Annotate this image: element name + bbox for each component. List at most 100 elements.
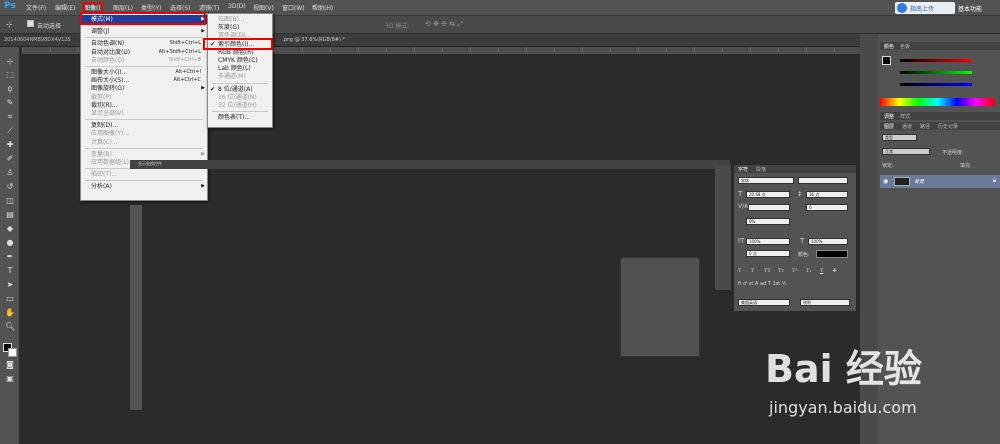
- dodge-icon[interactable]: ●: [5, 238, 15, 248]
- mini-toolbar: [130, 205, 142, 410]
- small-caps-icon[interactable]: Tт: [778, 268, 784, 274]
- path-select-icon[interactable]: ➤: [5, 280, 15, 290]
- kerning-input[interactable]: [748, 204, 790, 211]
- move-tool-icon[interactable]: ⊹: [6, 20, 13, 29]
- menu-item-label: 调整(J): [91, 28, 110, 36]
- menu-layer[interactable]: 图层(L): [113, 3, 133, 12]
- font-style-select[interactable]: [798, 177, 848, 184]
- ruler-tick: |: [442, 47, 444, 52]
- menu-file[interactable]: 文件(F): [26, 3, 46, 12]
- menu-item[interactable]: 分析(A) ▶: [81, 182, 207, 191]
- background-color-swatch[interactable]: [8, 348, 17, 357]
- faux-bold-icon[interactable]: T: [738, 268, 741, 274]
- text-color-swatch[interactable]: [816, 250, 848, 258]
- tab-channels[interactable]: 通道: [902, 123, 912, 130]
- pen-icon[interactable]: ✒: [5, 252, 15, 262]
- leading-input[interactable]: 36 点: [806, 191, 848, 198]
- menu-edit[interactable]: 编辑(E): [55, 3, 75, 12]
- shape-icon[interactable]: ▭: [5, 294, 15, 304]
- superscript-icon[interactable]: T¹: [792, 268, 797, 274]
- menu-select[interactable]: 选择(S): [170, 3, 191, 12]
- font-size-icon: T: [738, 190, 743, 198]
- color-spectrum[interactable]: [880, 98, 995, 106]
- vertical-scale-input[interactable]: 100%: [746, 238, 790, 245]
- menu-item[interactable]: 颜色表(T)...: [208, 113, 272, 122]
- font-size-input[interactable]: 20.58 点: [746, 191, 790, 198]
- underline-icon[interactable]: T: [820, 268, 823, 274]
- quick-mask-icon[interactable]: ◙: [5, 360, 15, 370]
- hand-icon[interactable]: ✋: [5, 308, 15, 318]
- character-panel: 字符 段落 宋体 T 20.58 点 ‡ 36 点 V/A 0 0% IT 10…: [733, 164, 857, 312]
- history-brush-icon[interactable]: ↺: [5, 182, 15, 192]
- workspace-label[interactable]: 基本功能: [958, 4, 982, 13]
- menu-view[interactable]: 视图(V): [253, 3, 274, 12]
- tab-paragraph[interactable]: 段落: [756, 166, 766, 173]
- opentype-buttons[interactable]: fi ♂ st A ad T 1st ½: [738, 281, 854, 291]
- tab-styles[interactable]: 样式: [900, 113, 910, 120]
- blend-mode-select[interactable]: 正常: [882, 148, 930, 155]
- color-fg-swatch[interactable]: [882, 56, 891, 65]
- share-button[interactable]: 指南上传: [895, 2, 955, 14]
- green-slider[interactable]: [900, 71, 972, 74]
- tab-history[interactable]: 历史记录: [938, 123, 958, 130]
- horizontal-scale-icon: T: [800, 237, 805, 245]
- menu-3d[interactable]: 3D(D): [228, 3, 246, 10]
- anti-alias-select[interactable]: 锐利: [800, 299, 850, 306]
- faux-italic-icon[interactable]: T: [751, 268, 754, 274]
- strikethrough-icon[interactable]: T: [833, 268, 836, 274]
- panel-title: 显示变换控件: [138, 161, 162, 166]
- doc-tab-left[interactable]: 20140604NMB98DX4V125: [4, 37, 71, 43]
- 3d-tools-icon[interactable]: ⟲ ✥ ✣ ⇆ ⤢: [425, 20, 463, 29]
- scale-input[interactable]: 0%: [746, 218, 790, 225]
- menu-item[interactable]: 调整(J) ▶: [81, 27, 207, 36]
- blur-icon[interactable]: ◆: [5, 224, 15, 234]
- tab-paths[interactable]: 路径: [920, 123, 930, 130]
- red-slider[interactable]: [900, 59, 972, 62]
- ruler-tick: |: [526, 47, 528, 52]
- visibility-eye-icon[interactable]: ◉: [883, 178, 888, 185]
- tracking-input[interactable]: 0: [806, 204, 848, 211]
- layer-kind-filter[interactable]: 类型: [882, 134, 917, 141]
- blue-slider[interactable]: [900, 83, 972, 86]
- all-caps-icon[interactable]: TT: [764, 268, 771, 274]
- ruler-tick: |: [498, 47, 500, 52]
- font-family-select[interactable]: 宋体: [738, 177, 794, 184]
- quick-select-icon[interactable]: ✎: [5, 98, 15, 108]
- menu-item-label: 16 位/通道(N): [218, 93, 257, 101]
- horizontal-scale-input[interactable]: 100%: [808, 238, 848, 245]
- menu-item-label: 计算(C)...: [91, 138, 118, 146]
- ruler-tick: |: [582, 47, 584, 52]
- gradient-icon[interactable]: ▤: [5, 210, 15, 220]
- eraser-icon[interactable]: ◫: [5, 196, 15, 206]
- doc-tab-active[interactable]: .png @ 37.6%(RGB/8#) *: [282, 37, 345, 43]
- language-select[interactable]: 美国英语: [738, 299, 790, 306]
- brush-icon[interactable]: ✐: [5, 154, 15, 164]
- menu-filter[interactable]: 滤镜(T): [199, 3, 219, 12]
- baseline-input[interactable]: 0 点: [746, 250, 790, 257]
- type-icon[interactable]: T: [5, 266, 15, 276]
- kerning-icon: V/A: [738, 203, 749, 210]
- ruler-tick: |: [610, 47, 612, 52]
- stamp-icon[interactable]: ♙: [5, 168, 15, 178]
- crop-icon[interactable]: ⌗: [5, 112, 15, 122]
- auto-select-checkbox[interactable]: [27, 20, 34, 27]
- layer-row-background[interactable]: ◉ 背景 🔒︎: [880, 175, 1000, 188]
- zoom-icon[interactable]: 🔍︎: [5, 322, 15, 332]
- healing-icon[interactable]: ✚: [5, 140, 15, 150]
- tab-color[interactable]: 颜色: [884, 43, 894, 50]
- menu-item-label: 图像旋转(G): [91, 85, 125, 93]
- subscript-icon[interactable]: T₁: [806, 268, 811, 274]
- screen-mode-icon[interactable]: ▣: [5, 374, 15, 384]
- menu-window[interactable]: 窗口(W): [282, 3, 305, 12]
- layer-name[interactable]: 背景: [914, 178, 924, 185]
- lasso-icon[interactable]: ϙ: [5, 84, 15, 94]
- tab-swatches[interactable]: 色板: [900, 43, 910, 50]
- menu-help[interactable]: 帮助(H): [312, 3, 333, 12]
- marquee-icon[interactable]: ⬚: [5, 70, 15, 80]
- eyedropper-icon[interactable]: ⟋: [5, 126, 15, 136]
- tab-layers[interactable]: 图层: [884, 123, 894, 130]
- move-icon[interactable]: ⊹: [5, 57, 15, 67]
- tab-character[interactable]: 字符: [738, 166, 748, 173]
- menu-type[interactable]: 类型(Y): [141, 3, 161, 12]
- tab-adjustments[interactable]: 调整: [884, 113, 894, 120]
